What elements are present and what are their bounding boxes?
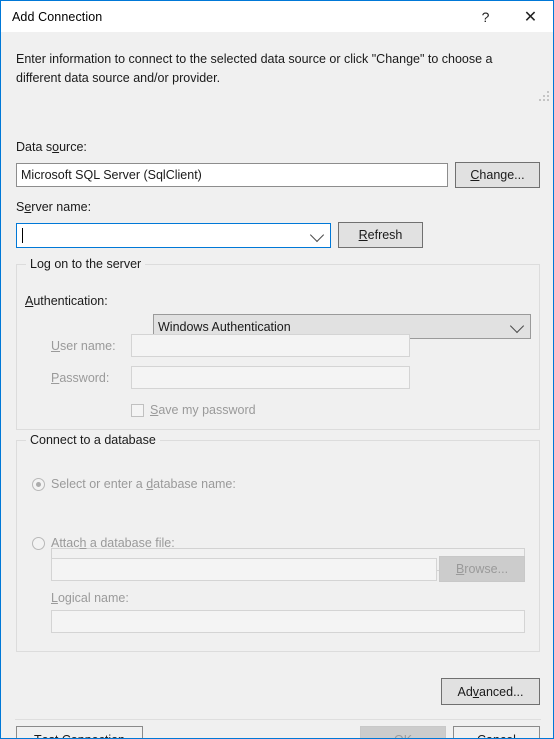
footer-divider: [15, 719, 541, 720]
help-icon[interactable]: ?: [463, 1, 508, 32]
test-connection-button[interactable]: Test Connection: [16, 726, 143, 738]
logon-group-caption: Log on to the server: [26, 257, 146, 271]
chevron-down-icon: [309, 227, 325, 242]
browse-button[interactable]: Browse...: [439, 556, 525, 582]
save-password-row[interactable]: Save my password: [131, 403, 256, 417]
data-source-field[interactable]: Microsoft SQL Server (SqlClient): [16, 163, 448, 187]
title-bar: Add Connection ? ✕: [1, 1, 553, 32]
user-name-label: User name:: [51, 339, 116, 353]
ok-button[interactable]: OK: [360, 726, 446, 738]
text-caret: [22, 228, 23, 243]
select-database-row[interactable]: Select or enter a database name:: [32, 477, 236, 491]
user-name-field[interactable]: [131, 334, 410, 357]
add-connection-dialog: Add Connection ? ✕ Enter information to …: [0, 0, 554, 739]
attach-database-radio[interactable]: [32, 536, 45, 550]
title-bar-buttons: ? ✕: [463, 1, 553, 32]
password-field[interactable]: [131, 366, 410, 389]
select-database-label: Select or enter a database name:: [51, 477, 236, 491]
chevron-down-icon: [509, 318, 525, 333]
resize-grip-icon[interactable]: [539, 91, 549, 101]
logical-name-label: Logical name:: [51, 591, 129, 605]
dialog-description: Enter information to connect to the sele…: [16, 52, 493, 85]
save-password-label: Save my password: [150, 403, 256, 417]
attach-database-file-field[interactable]: [51, 558, 437, 581]
select-database-radio[interactable]: [32, 477, 45, 491]
authentication-value: Windows Authentication: [158, 319, 291, 334]
server-name-combobox[interactable]: [16, 223, 331, 248]
logical-name-field[interactable]: [51, 610, 525, 633]
server-name-label: Server name:: [16, 200, 92, 214]
close-icon[interactable]: ✕: [508, 1, 553, 32]
data-source-label: Data source:: [16, 140, 87, 154]
save-password-checkbox[interactable]: [131, 403, 144, 417]
data-source-value: Microsoft SQL Server (SqlClient): [21, 168, 202, 182]
change-button[interactable]: Change...: [455, 162, 540, 188]
database-group-caption: Connect to a database: [26, 433, 160, 447]
authentication-label: Authentication:: [25, 294, 108, 308]
advanced-button[interactable]: Ad v anced...: [441, 678, 540, 705]
dialog-body: Enter information to connect to the sele…: [1, 32, 553, 738]
refresh-button[interactable]: Refresh: [338, 222, 423, 248]
cancel-button[interactable]: Cancel: [453, 726, 540, 738]
attach-database-row[interactable]: Attach a database file:: [32, 536, 175, 550]
password-label: Password:: [51, 371, 110, 385]
attach-database-label: Attach a database file:: [51, 536, 175, 550]
window-title: Add Connection: [12, 9, 103, 24]
